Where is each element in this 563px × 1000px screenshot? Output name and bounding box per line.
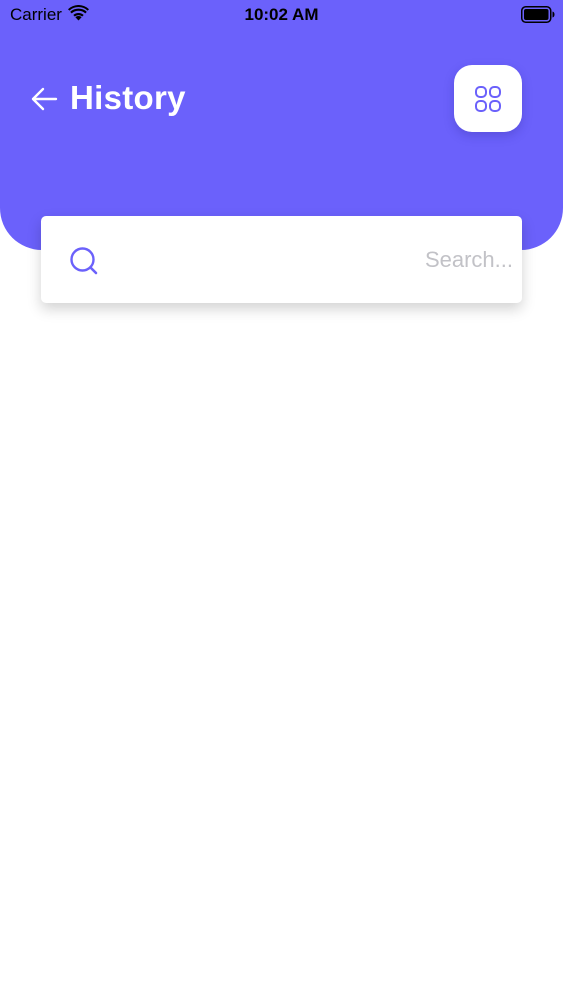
status-bar: Carrier 10:02 AM bbox=[0, 0, 563, 30]
arrow-left-icon[interactable] bbox=[30, 86, 58, 112]
menu-grid-button[interactable] bbox=[454, 65, 522, 132]
search-bar bbox=[41, 216, 522, 303]
search-input[interactable] bbox=[121, 238, 513, 282]
page-title: History bbox=[70, 79, 186, 116]
battery-icon bbox=[521, 6, 555, 23]
search-icon[interactable] bbox=[69, 246, 99, 276]
grid-icon bbox=[475, 85, 501, 112]
status-time: 10:02 AM bbox=[244, 5, 319, 24]
history-screen: Carrier 10:02 AM History bbox=[0, 0, 563, 1000]
